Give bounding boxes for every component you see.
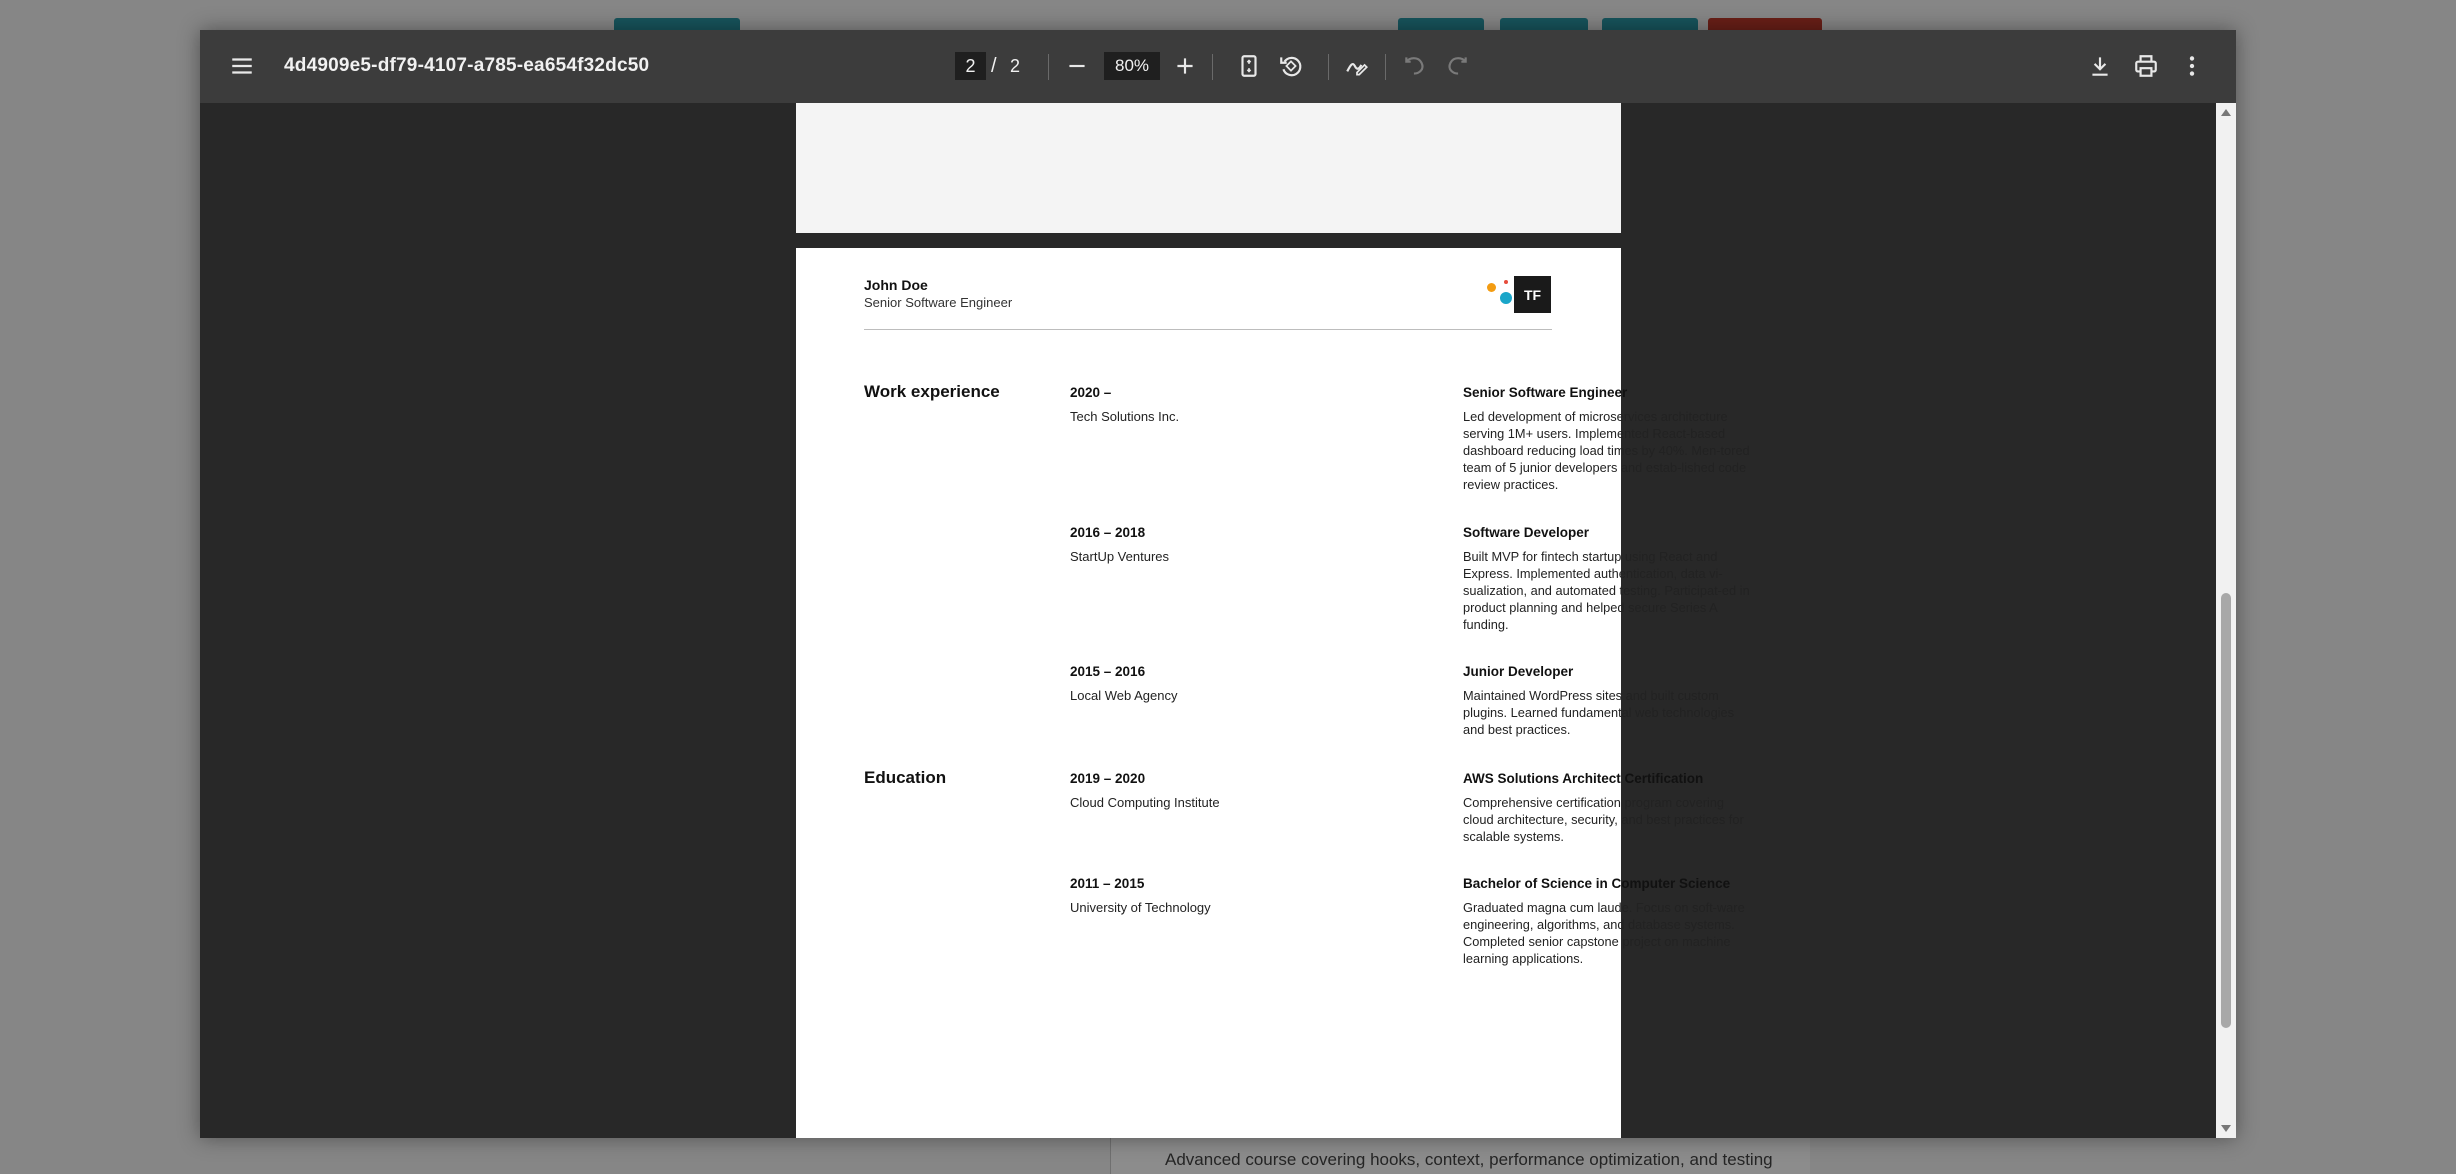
logo-dot [1487,283,1496,292]
page-number-input[interactable]: 2 [955,52,986,80]
toolbar-divider [1048,54,1049,80]
entry-dates: 2019 – 2020 [1070,771,1146,786]
scroll-down-arrow[interactable] [2221,1125,2231,1132]
entry-description: Led development of microservices archite… [1463,409,1750,492]
pdf-page-2: John Doe Senior Software Engineer TF Wor… [796,248,1750,1138]
entry-dates: 2016 – 2018 [1070,525,1146,540]
entry-description: Comprehensive certification program cove… [1463,795,1744,844]
entry-organization: Tech Solutions Inc. [1070,409,1180,424]
logo-dot [1504,280,1508,284]
page-separator: / [991,54,997,77]
minus-icon[interactable] [1057,46,1097,86]
annotate-icon[interactable] [1337,46,1377,86]
entry-organization: Local Web Agency [1070,688,1178,703]
menu-icon[interactable] [222,46,262,86]
resume-name: John Doe [864,277,928,293]
entry-role: AWS Solutions Architect Certification [1463,771,1704,786]
toolbar-divider [1212,54,1213,80]
section-title-work-experience: Work experience [864,382,1000,401]
entry-dates: 2011 – 2015 [1070,876,1145,891]
entry-dates: 2020 – [1070,385,1112,400]
total-pages: 2 [1009,55,1020,76]
vertical-scrollbar[interactable] [2216,103,2236,1138]
print-icon[interactable] [2126,46,2166,86]
more-vertical-icon[interactable] [2172,46,2212,86]
logo-dot [1500,292,1512,304]
entry-dates: 2015 – 2016 [1070,664,1146,679]
section-title-education: Education [864,768,947,787]
entry-role: Bachelor of Science in Computer Science [1463,876,1731,891]
entry-description: Maintained WordPress sites and built cus… [1463,688,1735,737]
entry-role: Senior Software Engineer [1463,385,1628,400]
viewer-toolbar: 4d4909e5-df79-4107-a785-ea654f32dc50 2 /… [200,30,2236,103]
entry-organization: Cloud Computing Institute [1070,795,1220,810]
download-icon[interactable] [2080,46,2120,86]
header-divider [864,329,1552,330]
entry-description: Graduated magna cum laude. Focus on soft… [1463,900,1745,966]
document-title: 4d4909e5-df79-4107-a785-ea654f32dc50 [284,55,650,76]
scroll-thumb[interactable] [2221,593,2231,1028]
pdf-page-1 [796,103,1621,233]
entry-description: Built MVP for fintech startup using Reac… [1463,549,1750,632]
rotate-icon[interactable] [1271,46,1311,86]
undo-icon[interactable] [1395,46,1435,86]
logo-mark: TF [1514,276,1551,313]
toolbar-divider [1328,54,1329,80]
entry-role: Junior Developer [1463,664,1574,679]
scroll-up-arrow[interactable] [2221,109,2231,116]
resume-role: Senior Software Engineer [864,295,1013,310]
entry-organization: University of Technology [1070,900,1211,915]
plus-icon[interactable] [1165,46,1205,86]
toolbar-divider [1385,54,1386,80]
company-logo: TF [1484,276,1554,316]
entry-organization: StartUp Ventures [1070,549,1169,564]
pdf-viewer: 4d4909e5-df79-4107-a785-ea654f32dc50 2 /… [200,30,2236,1138]
entry-role: Software Developer [1463,525,1590,540]
zoom-input[interactable]: 80% [1104,52,1160,80]
fit-page-icon[interactable] [1229,46,1269,86]
redo-icon[interactable] [1437,46,1477,86]
